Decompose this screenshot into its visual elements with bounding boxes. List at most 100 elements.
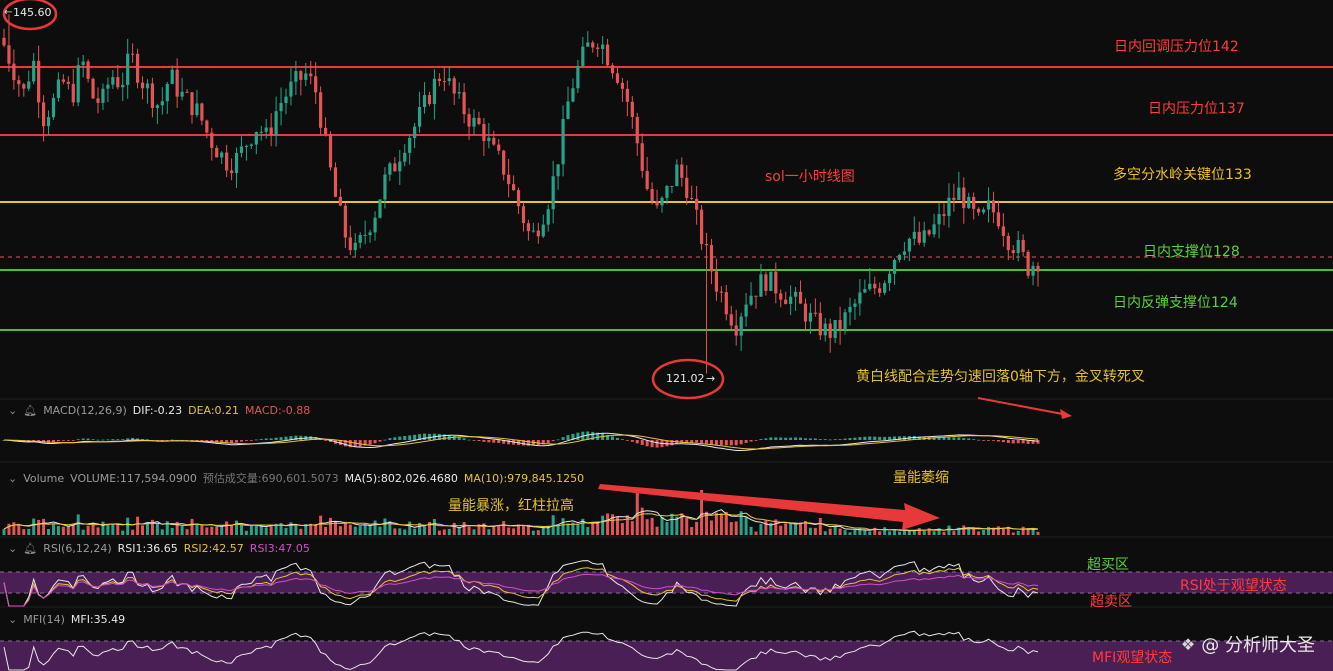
- collapse-icon[interactable]: ⌄: [8, 613, 17, 626]
- macd-bar: [467, 439, 471, 441]
- volume-bar: [348, 524, 352, 535]
- volume-bar: [625, 515, 629, 535]
- volume-bar: [917, 528, 921, 535]
- bell-icon[interactable]: 🔔︎: [23, 542, 37, 555]
- macd-bar: [1021, 440, 1025, 444]
- macd-bar: [279, 437, 283, 440]
- volume-bar: [754, 531, 758, 535]
- macd-bar: [853, 437, 857, 440]
- candle-body: [363, 235, 367, 237]
- candle-body: [507, 174, 511, 185]
- candle-body: [343, 205, 347, 238]
- macd-bar: [719, 440, 723, 445]
- collapse-icon[interactable]: ⌄: [8, 472, 17, 485]
- volume-bar: [502, 521, 506, 535]
- candle-body: [190, 92, 194, 116]
- candle-body: [487, 137, 491, 142]
- candle-body: [220, 152, 224, 158]
- candle-body: [897, 254, 902, 260]
- candle-body: [284, 96, 288, 104]
- volume-bar: [383, 518, 387, 535]
- candle-body: [502, 150, 506, 175]
- macd-bar: [76, 439, 80, 441]
- volume-bar: [2, 529, 6, 535]
- mfi-label: MFI(14): [23, 613, 65, 626]
- candle-body: [986, 200, 991, 210]
- rsi-header: ⌄ 🔔︎ RSI(6,12,24) RSI1:36.65 RSI2:42.57 …: [8, 542, 310, 555]
- macd-bar: [111, 439, 115, 440]
- candle-body: [457, 92, 461, 94]
- candle-body: [670, 185, 674, 187]
- macd-bar: [630, 440, 634, 442]
- volume-bar: [472, 529, 476, 535]
- volume-bar: [784, 523, 788, 535]
- macd-bar: [86, 438, 90, 440]
- candle-body: [838, 319, 842, 329]
- volume-bar: [922, 531, 926, 535]
- volume-bar: [799, 522, 803, 535]
- volume-bar: [497, 524, 501, 535]
- candle-body: [200, 103, 204, 121]
- collapse-icon[interactable]: ⌄: [8, 404, 17, 417]
- bell-icon[interactable]: 🔔︎: [23, 404, 37, 417]
- volume-bar: [996, 526, 1000, 535]
- macd-arrow: [977, 397, 1069, 416]
- candle-body: [274, 111, 278, 136]
- volume-bar: [897, 531, 901, 535]
- volume-bar: [12, 522, 16, 535]
- macd-bar: [611, 436, 615, 440]
- macd-bar: [249, 440, 253, 441]
- macd-bar: [106, 439, 110, 441]
- volume-bar: [962, 525, 966, 535]
- volume-bar: [620, 523, 624, 535]
- volume-bar: [314, 524, 318, 535]
- macd-bar: [284, 436, 288, 440]
- candle-body: [759, 274, 763, 297]
- volume-bar: [893, 529, 897, 535]
- volume-bar: [452, 522, 456, 535]
- candle-body: [561, 118, 565, 165]
- candle-body: [774, 271, 778, 294]
- candle-body: [719, 291, 723, 293]
- macd-bar: [749, 440, 753, 442]
- volume-bar: [813, 527, 817, 535]
- candle-body: [210, 132, 214, 148]
- volume-bar: [1016, 530, 1020, 535]
- volume-bar: [665, 522, 669, 535]
- volume-bar: [264, 527, 268, 535]
- volume-bar: [1036, 531, 1040, 535]
- volume-bar: [210, 526, 214, 535]
- macd-bar: [393, 437, 397, 440]
- rsi-neutral-band: [0, 572, 1333, 593]
- macd-bar: [487, 440, 491, 443]
- candle-body: [596, 47, 600, 49]
- candle-body: [566, 101, 570, 119]
- macd-bar: [482, 440, 486, 442]
- volume-bar: [319, 515, 323, 535]
- candle-body: [403, 152, 407, 162]
- candle-body: [101, 88, 105, 103]
- candle-body: [962, 187, 966, 209]
- candle-body: [591, 42, 595, 48]
- macd-bar: [977, 439, 981, 441]
- candle-body: [640, 143, 644, 171]
- candle-body: [981, 209, 986, 213]
- macd-dea-line: [3, 434, 1039, 450]
- candle-body: [576, 65, 580, 89]
- low-price-label: 121.02: [666, 372, 705, 385]
- rsi3-value: RSI3:47.05: [249, 542, 310, 555]
- volume-bar: [531, 530, 535, 535]
- macd-bar: [378, 440, 382, 442]
- candle-body: [655, 200, 659, 206]
- collapse-icon[interactable]: ⌄: [8, 542, 17, 555]
- volume-bar: [299, 528, 303, 535]
- macd-bar: [615, 437, 619, 440]
- candle-body: [408, 138, 412, 153]
- level-133-label: 多空分水岭关键位133: [1113, 167, 1252, 183]
- candle-body: [695, 198, 699, 210]
- macd-bar: [81, 438, 85, 440]
- candle-body: [1011, 250, 1015, 254]
- macd-bar: [754, 440, 758, 441]
- volume-bar: [32, 518, 36, 535]
- volume-bar: [838, 528, 842, 535]
